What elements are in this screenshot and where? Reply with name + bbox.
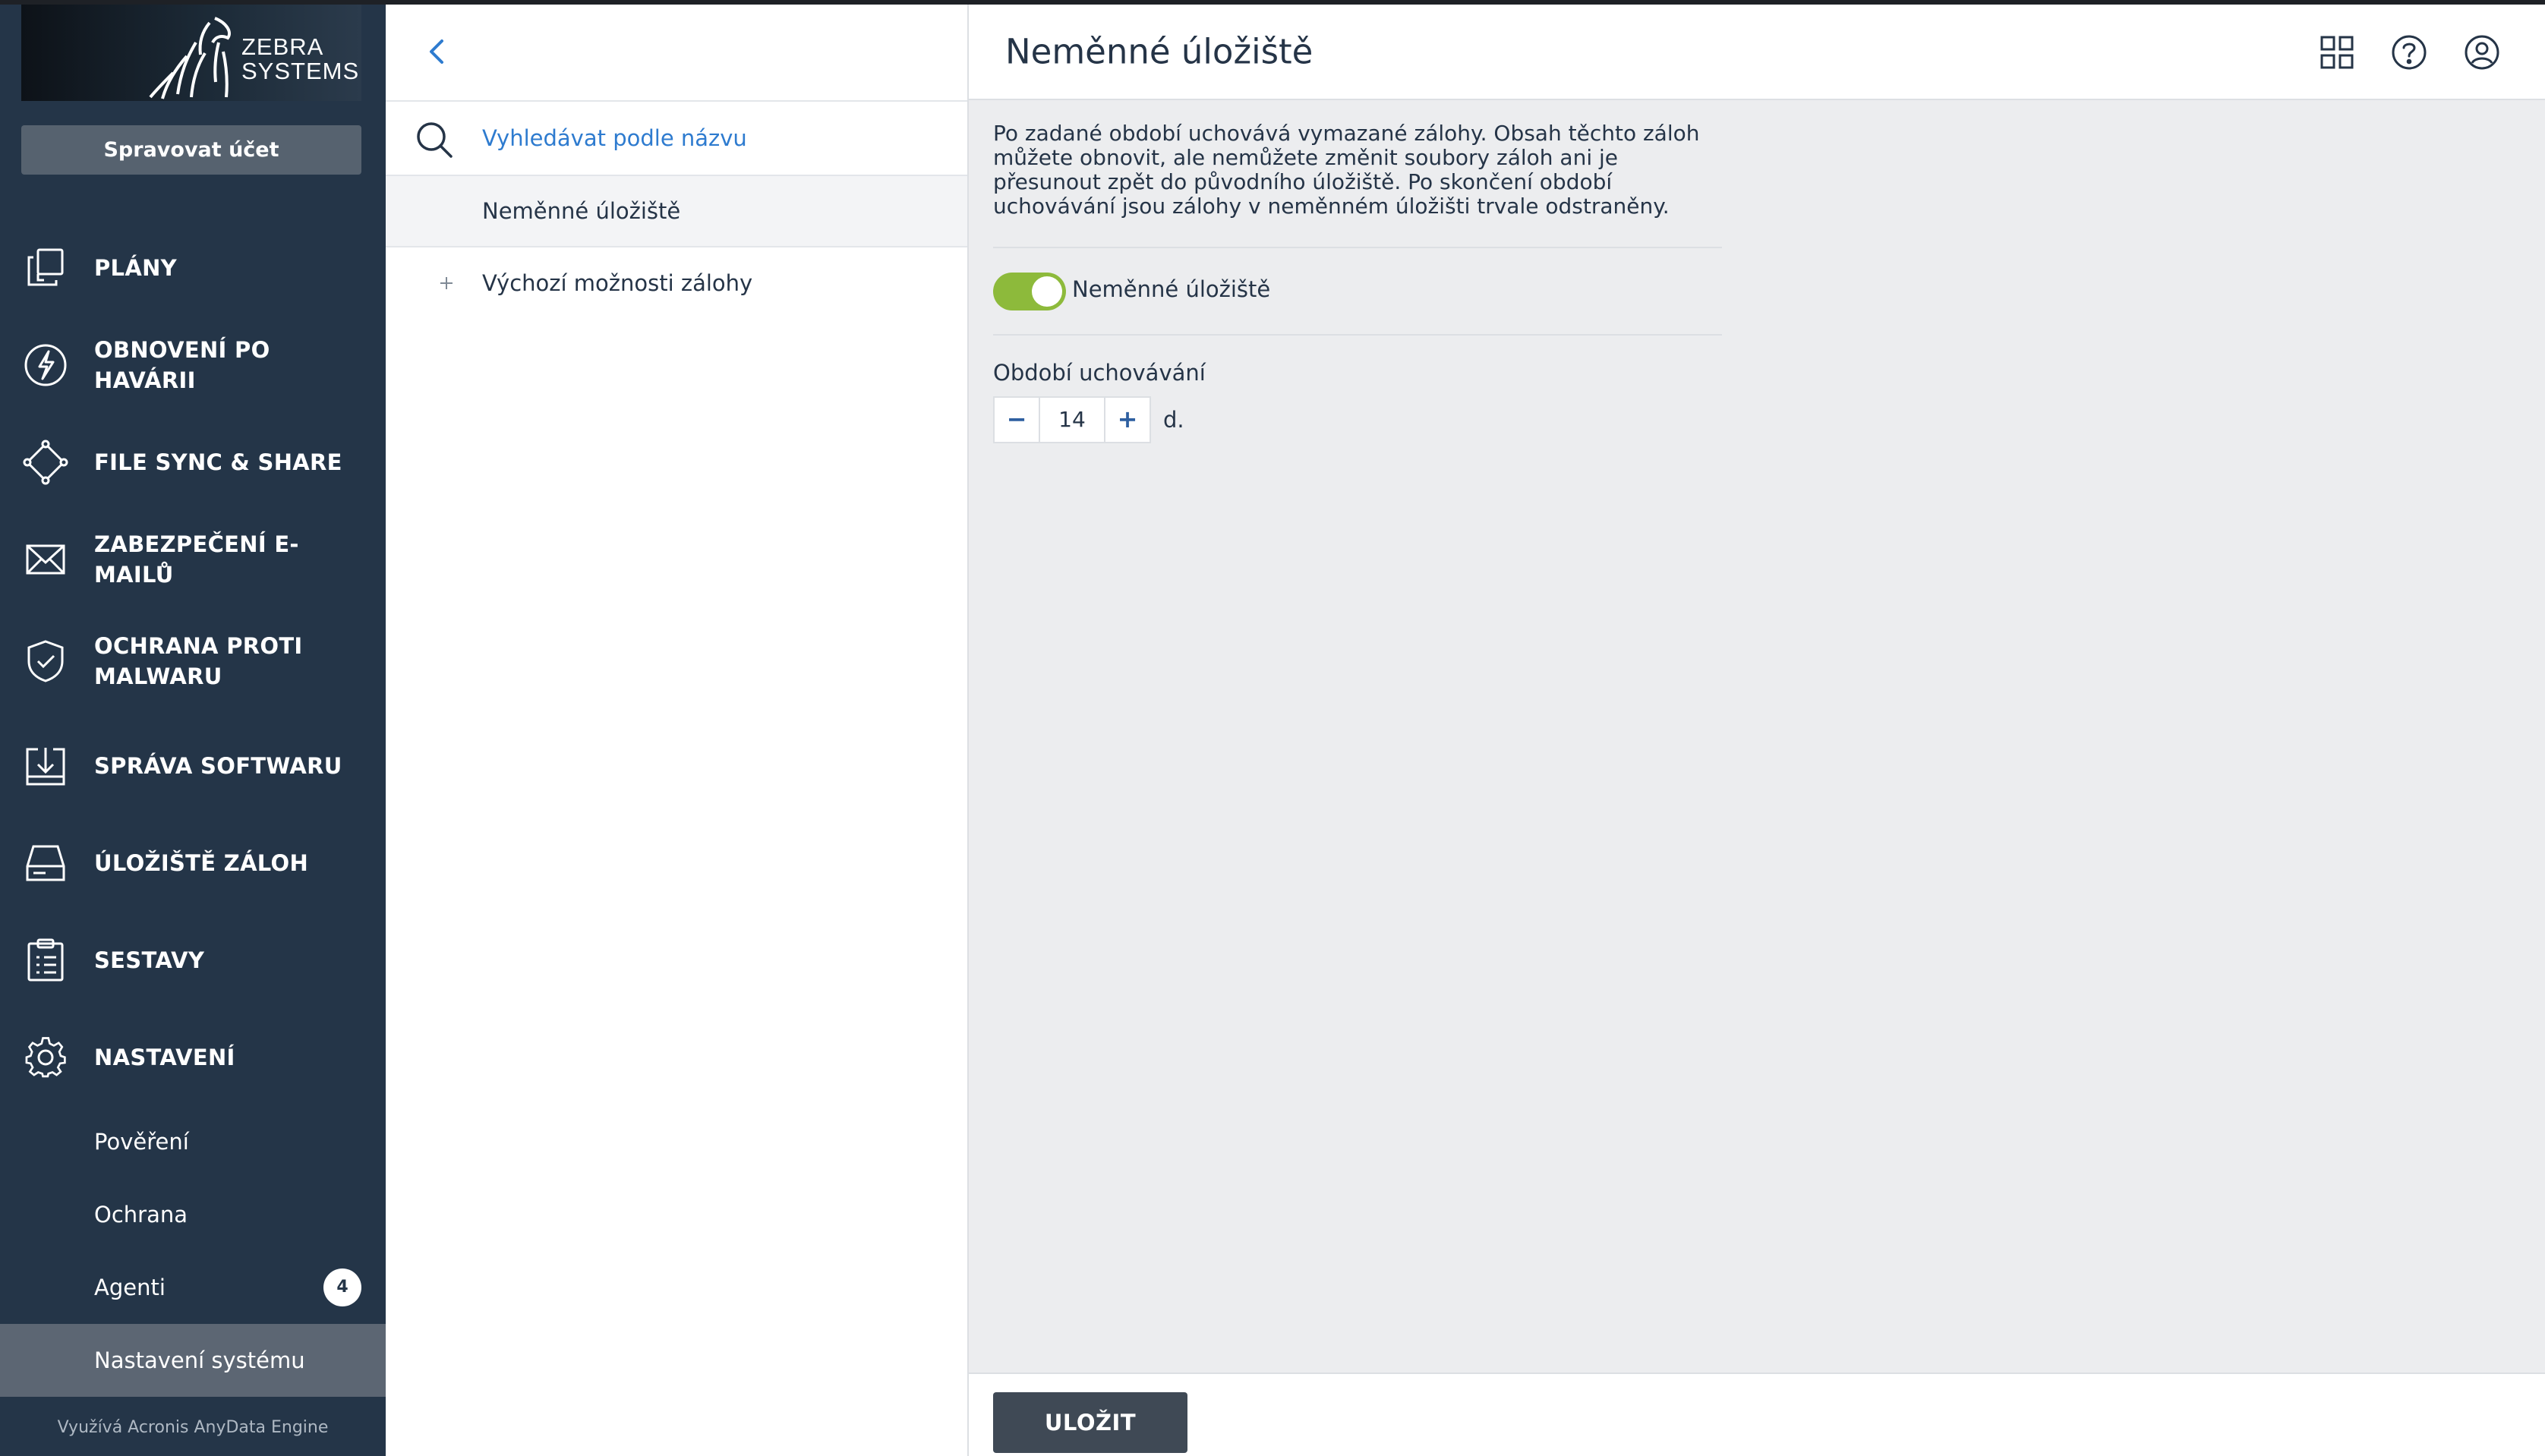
settings-category-panel: Vyhledávat podle názvu Neměnné úložiště … [386,5,969,1456]
sidebar-item-software-management[interactable]: SPRÁVA SOFTWARU [0,724,386,808]
window-top-border [0,0,2545,5]
clipboard-report-icon [27,938,64,982]
sidebar-item-label: SPRÁVA SOFTWARU [94,753,342,779]
toggle-label: Neměnné úložiště [1072,276,1271,302]
bottom-action-bar: ULOŽIT [969,1372,2545,1456]
expand-plus-icon[interactable] [437,274,456,292]
description-text: Po zadané období uchovává vymazané záloh… [993,121,1700,219]
immutable-storage-toggle[interactable] [993,273,1066,310]
envelope-icon [26,544,65,575]
section-divider [993,334,1722,336]
section-divider [993,247,1722,248]
user-account-icon[interactable] [2462,33,2502,72]
logo-text-line2: SYSTEMS [241,58,360,84]
retention-value-input[interactable]: 14 [1040,396,1104,443]
sidebar-item-label: OCHRANA PROTI MALWARU [94,633,303,689]
increment-button[interactable]: + [1104,396,1151,443]
agents-count-badge: 4 [323,1268,361,1306]
shield-check-icon [27,640,64,682]
sidebar-item-settings[interactable]: NASTAVENÍ [0,1016,386,1099]
sidebar-subitem-credentials[interactable]: Pověření [0,1105,386,1178]
help-icon[interactable] [2389,33,2429,72]
back-arrow-icon[interactable] [416,30,459,73]
retention-period-label: Období uchovávání [993,360,1206,386]
list-item-label: Výchozí možnosti zálohy [482,270,753,296]
apps-grid-icon[interactable] [2317,33,2357,72]
main-header: Neměnné úložiště [969,5,2545,100]
software-download-icon [26,748,65,786]
decrement-button[interactable]: − [993,396,1040,443]
sidebar-item-label: OBNOVENÍ PO HAVÁRII [94,337,270,393]
storage-drive-icon [26,845,65,881]
sidebar-item-backup-storage[interactable]: ÚLOŽIŠTĚ ZÁLOH [0,821,386,905]
sidebar: ZEBRA SYSTEMS Spravovat účet PLÁNY OBNOV… [0,0,386,1456]
zebra-logo-icon [149,17,231,99]
company-logo: ZEBRA SYSTEMS [21,5,361,101]
sidebar-subitem-label: Pověření [94,1129,189,1155]
sidebar-subitem-label: Ochrana [94,1202,188,1228]
powered-by-text: Využívá Acronis AnyData Engine [57,1418,329,1437]
save-button[interactable]: ULOŽIT [993,1392,1187,1453]
manage-account-button[interactable]: Spravovat účet [21,125,361,175]
sidebar-item-antimalware[interactable]: OCHRANA PROTI MALWARU [0,619,386,703]
sidebar-item-plans[interactable]: PLÁNY [0,226,386,310]
list-item-label: Neměnné úložiště [482,198,681,224]
sync-share-icon [23,440,68,485]
search-field[interactable]: Vyhledávat podle názvu [386,102,967,176]
gear-icon [25,1037,66,1078]
sidebar-item-label: NASTAVENÍ [94,1045,235,1070]
sidebar-subitem-protection[interactable]: Ochrana [0,1178,386,1251]
sidebar-subitem-agents[interactable]: Agenti 4 [0,1251,386,1324]
logo-text-line1: ZEBRA [241,33,324,60]
settings-content: Po zadané období uchovává vymazané záloh… [993,121,1722,219]
sidebar-item-reports[interactable]: SESTAVY [0,919,386,1002]
sidebar-item-file-sync-share[interactable]: FILE SYNC & SHARE [0,421,386,504]
retention-unit: d. [1163,407,1184,433]
sidebar-item-label: ZABEZPEČENÍ E-MAILŮ [94,531,299,588]
sidebar-item-label: ÚLOŽIŠTĚ ZÁLOH [94,850,309,876]
sidebar-subitem-label: Agenti [94,1275,166,1300]
plans-icon [27,248,64,286]
sidebar-subitem-system-settings[interactable]: Nastavení systému [0,1324,386,1397]
sidebar-item-label: SESTAVY [94,947,205,973]
sidebar-item-label: FILE SYNC & SHARE [94,449,342,475]
search-icon [417,122,453,158]
logo-text: ZEBRA SYSTEMS [241,35,359,84]
sidebar-item-email-security[interactable]: ZABEZPEČENÍ E-MAILŮ [0,518,386,601]
sidebar-subitem-label: Nastavení systému [94,1347,305,1373]
list-item-default-backup-options[interactable]: Výchozí možnosti zálohy [386,247,967,319]
sidebar-item-disaster-recovery[interactable]: OBNOVENÍ PO HAVÁRII [0,323,386,407]
retention-period-stepper: − 14 + [993,396,1151,443]
lightning-icon [24,344,67,386]
toggle-knob [1032,276,1062,307]
page-title: Neměnné úložiště [1005,31,1313,72]
sidebar-item-label: PLÁNY [94,255,177,281]
list-item-immutable-storage[interactable]: Neměnné úložiště [386,176,967,247]
search-input[interactable]: Vyhledávat podle názvu [482,125,747,151]
